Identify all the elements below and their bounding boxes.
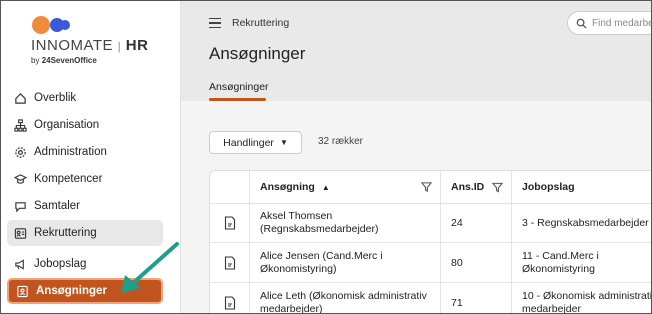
cell-jobopslag: 3 - Regnskabsmedarbejder	[522, 216, 649, 229]
column-header-ansoegning[interactable]: Ansøgning ▲	[250, 171, 441, 203]
sort-ascending-icon[interactable]: ▲	[322, 183, 330, 192]
cell-jobopslag: 11 - Cand.Merc i Økonomistyring	[522, 249, 599, 275]
main-content: Rekruttering Find medarbejder Ansøgninge…	[181, 1, 652, 314]
table-row[interactable]: Alice Leth (Økonomisk administrativ meda…	[210, 283, 652, 314]
chat-icon	[13, 199, 27, 213]
table-header-row: Ansøgning ▲ Ans.ID Jobopslag	[210, 171, 651, 204]
cell-ans-id: 71	[441, 283, 512, 313]
home-icon	[13, 91, 27, 105]
logo-mark-icon	[32, 16, 70, 34]
document-icon[interactable]	[210, 243, 250, 282]
tab-active-indicator	[209, 98, 266, 101]
cell-ansoegning[interactable]: Aksel Thomsen (Regnskabsmedarbejder)	[250, 204, 441, 242]
graduation-cap-icon	[13, 172, 27, 186]
cell-ansoegning[interactable]: Alice Leth (Økonomisk administrativ meda…	[250, 283, 441, 313]
sidebar-item-kompetencer[interactable]: Kompetencer	[7, 166, 163, 192]
brand-sub: by 24SevenOffice	[31, 56, 97, 65]
megaphone-icon	[13, 257, 27, 271]
sidebar: INNOMATE | HR by 24SevenOffice Overblik …	[1, 1, 181, 313]
cell-ans-id: 80	[441, 243, 512, 282]
sidebar-item-rekruttering[interactable]: Rekruttering	[7, 220, 163, 246]
chevron-down-icon: ▼	[279, 138, 288, 147]
id-card-icon	[13, 226, 27, 240]
filter-icon[interactable]	[421, 182, 432, 193]
row-count: 32 rækker	[318, 136, 364, 147]
sidebar-item-samtaler[interactable]: Samtaler	[7, 193, 163, 219]
org-chart-icon	[13, 118, 27, 132]
actions-dropdown-button[interactable]: Handlinger ▼	[209, 131, 302, 154]
document-icon[interactable]	[210, 283, 250, 313]
search-icon	[576, 18, 587, 29]
sidebar-item-organisation[interactable]: Organisation	[7, 112, 163, 138]
gear-icon	[13, 145, 27, 159]
column-header-jobopslag[interactable]: Jobopslag	[512, 171, 651, 203]
header-icon-col	[210, 171, 250, 203]
sidebar-item-jobopslag[interactable]: Jobopslag	[7, 251, 163, 277]
table-row[interactable]: Aksel Thomsen (Regnskabsmedarbejder) 24 …	[210, 204, 651, 243]
tab-ansoegninger[interactable]: Ansøgninger	[209, 81, 269, 93]
search-placeholder: Find medarbejder	[592, 17, 651, 29]
brand-name: INNOMATE | HR	[31, 37, 149, 54]
cell-ansoegning[interactable]: Alice Jensen (Cand.Merc i Økonomistyring…	[250, 243, 441, 282]
page-title: Ansøgninger	[209, 44, 306, 63]
brand-logo: INNOMATE | HR by 24SevenOffice	[31, 15, 161, 67]
sidebar-item-ansoegninger[interactable]: Ansøgninger	[7, 278, 163, 304]
search-input[interactable]: Find medarbejder	[567, 11, 651, 35]
document-user-icon	[15, 284, 29, 298]
sidebar-item-administration[interactable]: Administration	[7, 139, 163, 165]
breadcrumb[interactable]: Rekruttering	[232, 17, 289, 29]
menu-icon[interactable]	[209, 18, 221, 29]
cell-ans-id: 24	[441, 204, 512, 242]
applications-table: Ansøgning ▲ Ans.ID Jobopslag Aksel Thoms…	[209, 170, 652, 314]
table-row[interactable]: Alice Jensen (Cand.Merc i Økonomistyring…	[210, 243, 651, 283]
filter-icon[interactable]	[492, 182, 504, 193]
column-header-ans-id[interactable]: Ans.ID	[441, 171, 512, 203]
sidebar-item-overblik[interactable]: Overblik	[7, 85, 163, 111]
document-icon[interactable]	[210, 204, 250, 242]
cell-jobopslag: 10 - Økonomisk administrativ medarbejder	[522, 289, 652, 314]
app-window: INNOMATE | HR by 24SevenOffice Overblik …	[0, 0, 652, 314]
page-header: Rekruttering Find medarbejder Ansøgninge…	[181, 1, 651, 101]
